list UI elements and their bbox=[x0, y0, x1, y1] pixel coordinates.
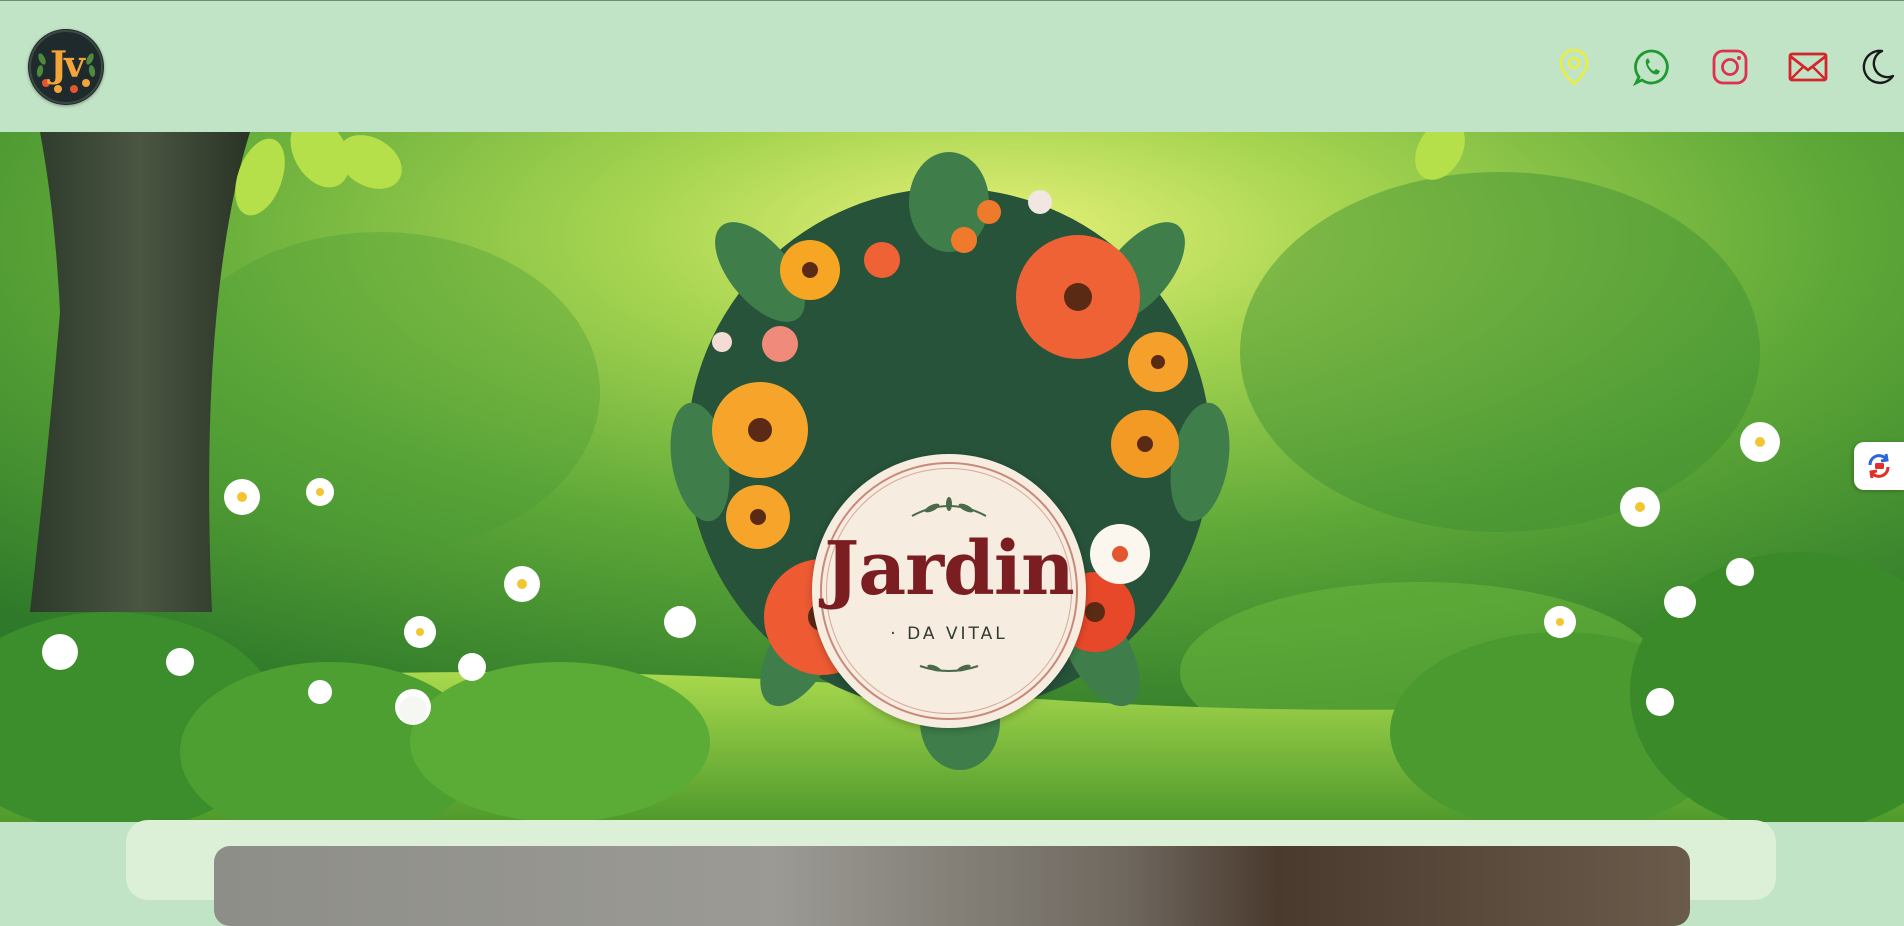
whatsapp-icon bbox=[1633, 49, 1669, 86]
floating-translate-button[interactable] bbox=[1854, 442, 1904, 490]
brand-title: Jardin bbox=[824, 526, 1075, 612]
moon-icon bbox=[1862, 49, 1895, 85]
brand-badge: Jardin · DA VITAL bbox=[812, 454, 1086, 728]
content-card bbox=[126, 820, 1776, 926]
location-pin-icon bbox=[1559, 48, 1589, 86]
site-header: Jv bbox=[0, 0, 1904, 132]
theme-toggle-button[interactable] bbox=[1856, 45, 1900, 89]
top-sprig-icon bbox=[911, 497, 987, 517]
brand-subtitle: · DA VITAL bbox=[890, 624, 1008, 644]
site-logo[interactable]: Jv bbox=[28, 29, 104, 105]
mail-button[interactable] bbox=[1786, 45, 1830, 89]
whatsapp-button[interactable] bbox=[1630, 45, 1674, 89]
content-card-image bbox=[214, 846, 1690, 926]
translate-refresh-icon bbox=[1868, 453, 1890, 479]
location-button[interactable] bbox=[1552, 45, 1596, 89]
instagram-button[interactable] bbox=[1708, 45, 1752, 89]
logo-letters: Jv bbox=[50, 44, 85, 86]
bottom-sprig-icon bbox=[919, 664, 979, 672]
hero-banner: Jardin · DA VITAL bbox=[0, 132, 1904, 822]
instagram-icon bbox=[1712, 49, 1748, 85]
mail-icon bbox=[1788, 52, 1828, 82]
